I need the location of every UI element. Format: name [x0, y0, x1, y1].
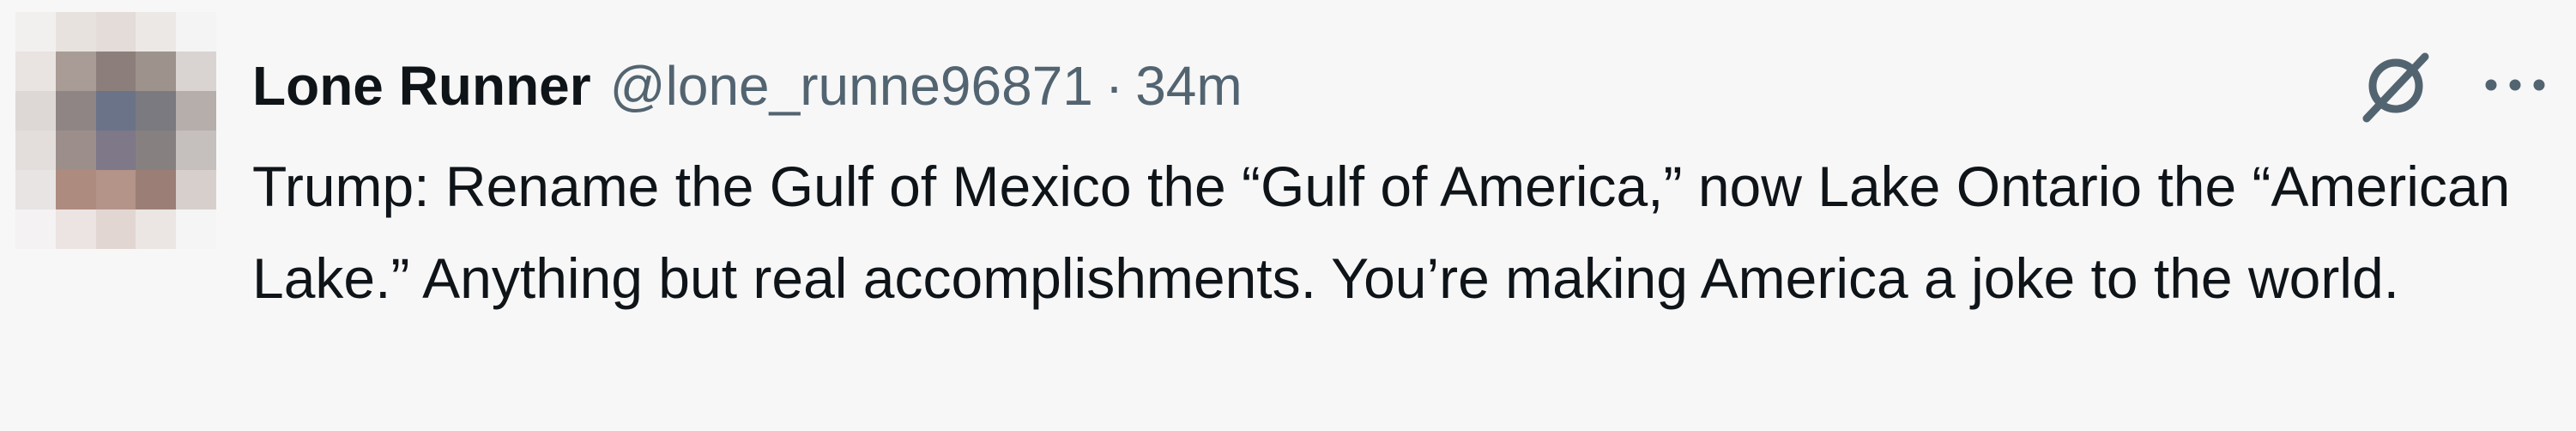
display-name[interactable]: Lone Runner	[252, 45, 591, 127]
tweet-text: Trump: Rename the Gulf of Mexico the “Gu…	[252, 155, 2526, 310]
more-options-icon[interactable]	[2476, 65, 2554, 105]
separator-dot: ·	[1104, 55, 1124, 117]
tweet-header: Lone Runner @lone_runne96871 · 34m	[252, 45, 2552, 127]
user-handle[interactable]: @lone_runne96871	[610, 45, 1093, 127]
tweet-content: Lone Runner @lone_runne96871 · 34m Trump…	[252, 45, 2552, 325]
grok-icon[interactable]	[2351, 45, 2437, 131]
avatar[interactable]	[15, 12, 216, 249]
tweet: Lone Runner @lone_runne96871 · 34m Trump…	[0, 0, 2576, 431]
timestamp[interactable]: 34m	[1135, 45, 1243, 127]
